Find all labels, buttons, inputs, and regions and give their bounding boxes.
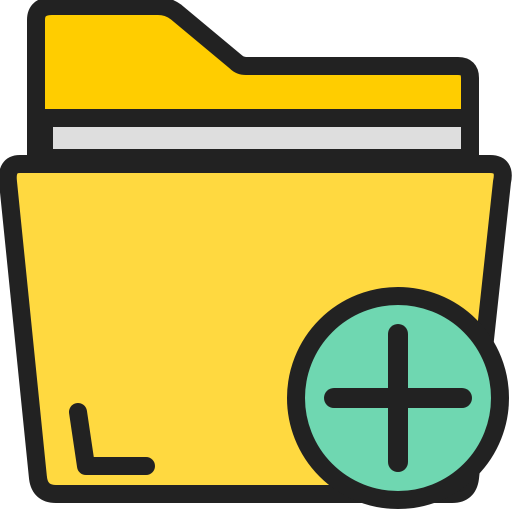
add-folder-icon xyxy=(0,0,512,512)
paper-sheet-icon xyxy=(35,109,479,167)
plus-circle-icon xyxy=(287,287,509,509)
add-folder-icon-svg xyxy=(0,0,512,509)
